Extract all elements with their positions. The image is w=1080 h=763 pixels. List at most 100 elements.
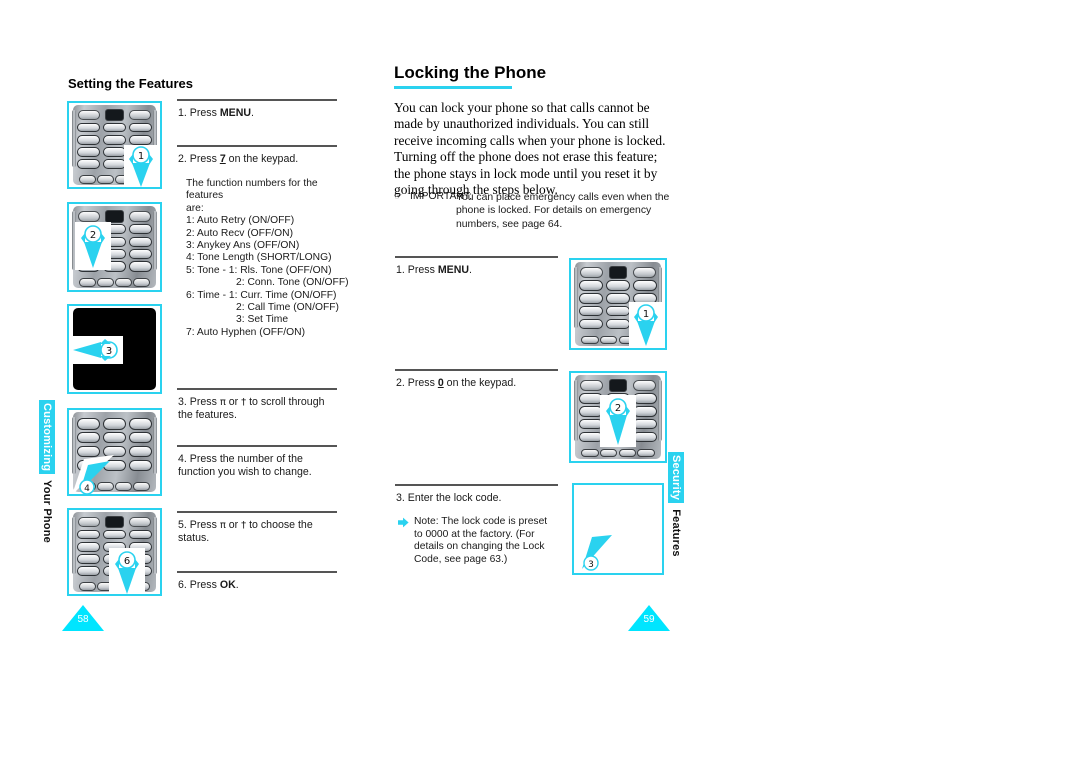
- keypad-key: [129, 432, 152, 444]
- phone-softkey-row: [580, 266, 656, 279]
- step-body-tail: on the keypad.: [443, 377, 517, 389]
- cyan-arrow-icon: [398, 517, 409, 528]
- bottom-key: [115, 278, 133, 287]
- step-body: Press: [189, 153, 220, 165]
- svg-text:4: 4: [84, 484, 90, 494]
- softkey-right: [128, 210, 152, 222]
- bottom-key: [78, 278, 96, 287]
- step-emphasis: OK: [219, 579, 236, 591]
- keypad-key: [77, 418, 100, 430]
- callout-arrow-right-1: 1: [629, 302, 665, 348]
- keypad-key: [129, 261, 152, 272]
- bottom-key: [581, 448, 599, 458]
- function-number-list: The function numbers for the features ar…: [186, 178, 356, 339]
- nav-key: [608, 379, 628, 392]
- manual-page-spread: Setting the Features 1 2 3 4 6 1. Press …: [0, 0, 1080, 763]
- figure-keypad-2: 2: [67, 202, 162, 292]
- step-body: Press: [407, 264, 438, 276]
- fnlist-item: 6: Time - 1: Curr. Time (ON/OFF): [186, 289, 337, 301]
- bottom-key: [618, 448, 637, 458]
- scroll-up-icon: π: [219, 397, 226, 408]
- callout-arrow-6: 6: [109, 548, 145, 594]
- note-text: Note: The lock code is preset to 0000 at…: [414, 516, 548, 565]
- important-note: ☞ IMPORTANT: You can place emergency cal…: [394, 190, 674, 231]
- keypad-key: [633, 280, 657, 291]
- step-divider: [395, 256, 558, 258]
- svg-text:3: 3: [588, 560, 594, 570]
- keypad-key: [129, 446, 152, 458]
- sidebar-tab-plain: Features: [670, 506, 682, 557]
- figure-right-keypad-1: 1: [569, 258, 667, 350]
- step-body: Press the number of the function you wis…: [178, 453, 312, 479]
- keypad-key: [77, 529, 100, 540]
- svg-text:2: 2: [90, 230, 96, 241]
- phone-softkey-row: [77, 108, 152, 122]
- keypad-key: [77, 122, 100, 133]
- step-number: 3.: [178, 396, 187, 408]
- step-text: 4. Press the number of the function you …: [178, 453, 338, 480]
- step-number: 2.: [396, 377, 405, 389]
- step-text: 5. Press π or † to choose the status.: [178, 519, 313, 545]
- step-number: 1.: [178, 107, 187, 119]
- bottom-key: [581, 335, 599, 345]
- intro-paragraph: You can lock your phone so that calls ca…: [394, 100, 666, 198]
- softkey-right: [128, 516, 152, 528]
- callout-arrow-right-2: 2: [600, 395, 636, 447]
- step-right-1: 1. Press MENU.: [395, 256, 558, 296]
- keypad-key: [77, 566, 100, 576]
- sidebar-tab-highlight: Customizing: [39, 400, 55, 475]
- svg-text:1: 1: [643, 309, 649, 320]
- step-body-tail: .: [235, 579, 239, 591]
- step-divider: [177, 145, 337, 147]
- sidebar-tab-plain: Your Phone: [41, 477, 53, 544]
- note-lock-code: Note: The lock code is preset to 0000 at…: [398, 516, 558, 566]
- svg-text:3: 3: [106, 346, 112, 357]
- sidebar-tab-highlight: Security: [668, 452, 684, 504]
- phone-side-edge: [72, 516, 76, 575]
- sidebar-tab-customizing: Customizing Your Phone: [39, 400, 55, 546]
- svg-text:1: 1: [138, 151, 144, 162]
- step-number: 4.: [178, 453, 187, 465]
- callout-arrow-4: 4: [70, 453, 118, 494]
- fnlist-item: 4: Tone Length (SHORT/LONG): [186, 252, 332, 264]
- phone-softkey-row: [77, 515, 152, 529]
- step-left-4: 4. Press the number of the function you …: [177, 445, 337, 485]
- step-left-5: 5. Press π or † to choose the status.: [177, 511, 337, 551]
- nav-key: [105, 108, 124, 122]
- keypad-key: [633, 406, 657, 417]
- page-number-text: 58: [77, 614, 89, 625]
- page-number-text: 59: [643, 614, 655, 625]
- phone-side-edge: [153, 416, 157, 475]
- keypad-key: [129, 122, 152, 133]
- step-divider: [177, 571, 337, 573]
- nav-key: [105, 515, 124, 529]
- figure-keypad-1: 1: [67, 101, 162, 189]
- step-divider: [177, 99, 337, 101]
- keypad-key: [77, 432, 100, 444]
- keypad-key: [77, 146, 100, 157]
- step-text: 1. Press MENU.: [396, 264, 559, 277]
- keypad-key: [579, 318, 603, 330]
- step-body-tail: .: [251, 107, 254, 119]
- bottom-key: [133, 482, 151, 491]
- scroll-down-icon: †: [241, 397, 247, 408]
- phone-softkey-row: [580, 379, 656, 392]
- figure-right-blank-3: 3: [572, 483, 664, 575]
- title-underline: [394, 86, 512, 89]
- softkey-left: [77, 210, 101, 222]
- keypad-key: [633, 419, 657, 430]
- step-number: 6.: [178, 579, 187, 591]
- pointing-hand-icon: ☞: [394, 191, 403, 201]
- step-text: 2. Press 7 on the keypad.: [178, 153, 338, 166]
- bottom-key: [637, 448, 655, 458]
- step-emphasis: MENU: [219, 107, 252, 119]
- scroll-down-icon: †: [241, 520, 247, 531]
- phone-side-edge: [574, 267, 578, 328]
- bottom-key: [78, 582, 96, 591]
- fnlist-item: 5: Tone - 1: Rls. Tone (OFF/ON): [186, 264, 332, 276]
- callout-arrow-right-3: 3: [578, 533, 620, 573]
- fnlist-item: 2: Conn. Tone (ON/OFF): [236, 277, 349, 289]
- figure-keypad-6: 6: [67, 508, 162, 596]
- step-left-3: 3. Press π or † to scroll through the fe…: [177, 388, 337, 428]
- step-number: 5.: [178, 519, 187, 531]
